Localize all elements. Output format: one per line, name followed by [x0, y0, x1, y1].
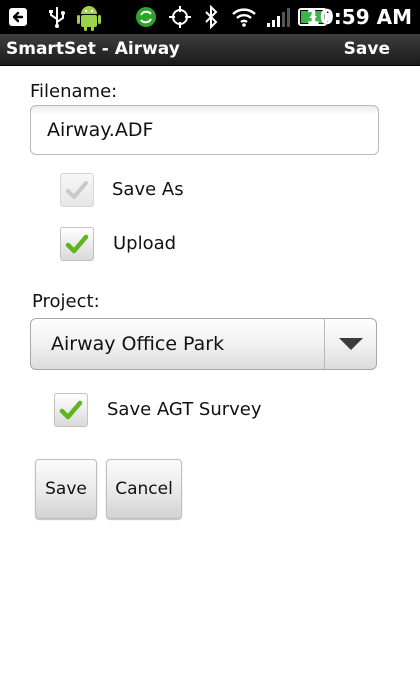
title-bar: SmartSet - Airway Save	[0, 34, 420, 66]
check-icon	[59, 400, 83, 420]
bluetooth-icon	[202, 0, 220, 34]
project-select-value: Airway Office Park	[51, 333, 225, 355]
check-icon	[66, 181, 88, 199]
signal-icon	[264, 0, 296, 34]
wifi-icon	[230, 0, 258, 34]
title-save-button[interactable]: Save	[344, 34, 390, 64]
save-as-checkbox[interactable]	[60, 173, 94, 207]
project-label: Project:	[32, 291, 100, 312]
filename-input[interactable]: Airway.ADF	[30, 105, 379, 155]
filename-label: Filename:	[30, 81, 118, 102]
save-button[interactable]: Save	[35, 459, 97, 519]
app-title: SmartSet - Airway	[6, 39, 180, 59]
status-bar: 10:59 AM	[0, 0, 420, 34]
save-as-label: Save As	[112, 179, 184, 200]
save-agt-survey-checkbox[interactable]	[54, 393, 88, 427]
clock-period: AM	[376, 5, 412, 29]
sync-icon	[134, 0, 158, 34]
clock-time: 10:59	[305, 5, 370, 29]
usb-icon	[46, 0, 68, 34]
android-icon	[74, 0, 104, 34]
gps-icon	[167, 0, 193, 34]
back-arrow-icon	[6, 0, 30, 34]
upload-label: Upload	[113, 233, 177, 254]
upload-checkbox[interactable]	[60, 227, 94, 261]
clock: 10:59 AM	[306, 0, 412, 34]
cancel-button[interactable]: Cancel	[106, 459, 182, 519]
project-select[interactable]: Airway Office Park	[30, 318, 377, 370]
check-icon	[65, 234, 89, 254]
chevron-down-icon[interactable]	[325, 319, 376, 369]
save-agt-survey-label: Save AGT Survey	[107, 399, 262, 420]
